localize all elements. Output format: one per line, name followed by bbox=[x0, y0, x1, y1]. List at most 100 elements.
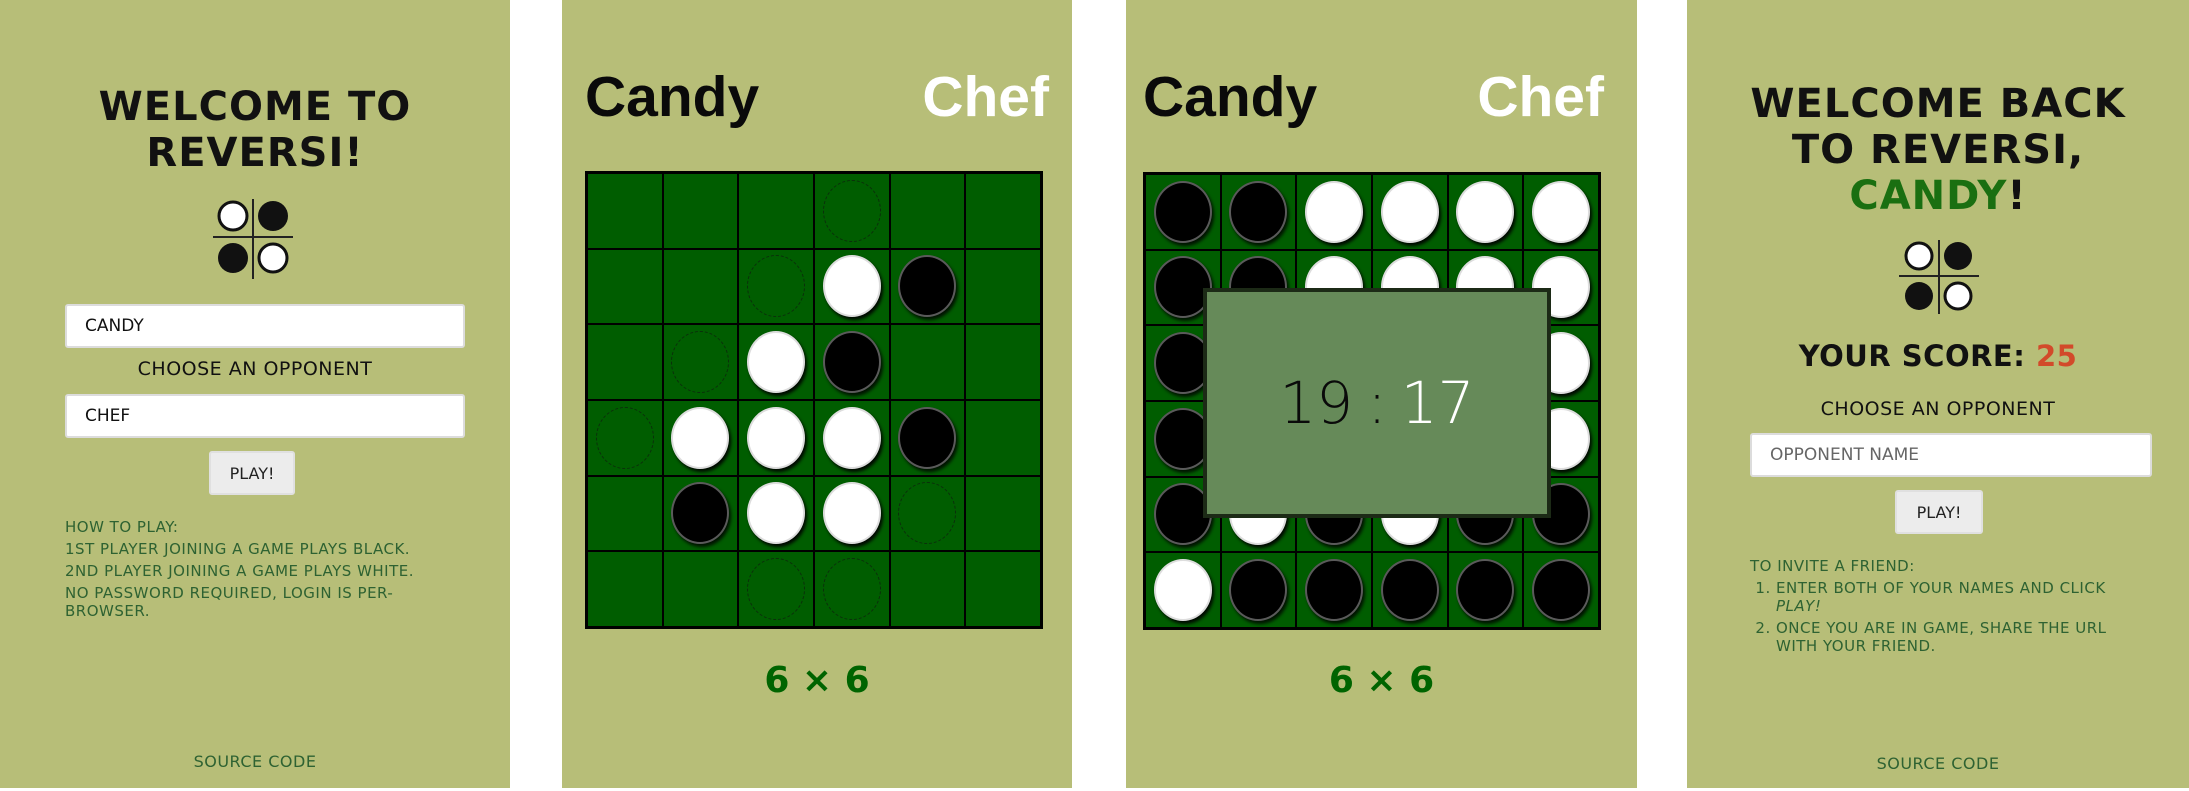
source-code-link[interactable]: Source code bbox=[1687, 754, 2189, 773]
valid-move-hint[interactable] bbox=[822, 558, 881, 621]
board-cell[interactable] bbox=[662, 551, 739, 627]
board-cell[interactable] bbox=[662, 324, 739, 400]
board-cell[interactable] bbox=[965, 324, 1041, 400]
white-disc bbox=[822, 255, 881, 318]
black-score: 19 bbox=[1279, 369, 1354, 437]
invite-step-text: Enter both of your names and click bbox=[1776, 579, 2106, 597]
board-cell[interactable] bbox=[813, 248, 890, 325]
board-cell[interactable] bbox=[965, 475, 1041, 552]
white-disc bbox=[747, 482, 806, 545]
welcome-back-screen: Welcome back to Reversi, Candy! Your sco… bbox=[1687, 0, 2189, 788]
board-cell[interactable] bbox=[889, 248, 966, 325]
black-disc bbox=[898, 255, 957, 318]
board-cell[interactable] bbox=[889, 324, 966, 400]
board-cell[interactable] bbox=[813, 399, 890, 476]
game-board[interactable] bbox=[585, 171, 1043, 629]
board-cell[interactable] bbox=[889, 551, 966, 627]
black-disc bbox=[1229, 180, 1288, 243]
white-disc bbox=[747, 406, 806, 469]
user-name-highlight: Candy bbox=[1849, 173, 2008, 219]
board-cell[interactable] bbox=[662, 475, 739, 552]
board-cell[interactable] bbox=[738, 399, 814, 476]
valid-move-hint[interactable] bbox=[595, 406, 654, 469]
play-button[interactable]: Play! bbox=[1895, 490, 1983, 534]
board-cell[interactable] bbox=[813, 173, 890, 249]
how-to-play-line: 1st player joining a game plays black. bbox=[65, 540, 411, 558]
board-cell[interactable] bbox=[889, 173, 966, 249]
board-cell[interactable] bbox=[587, 324, 663, 400]
board-cell bbox=[1145, 174, 1221, 250]
board-cell bbox=[1523, 552, 1599, 628]
board-cell[interactable] bbox=[813, 324, 890, 400]
score-separator: : bbox=[1367, 369, 1387, 437]
board-cell[interactable] bbox=[965, 399, 1041, 476]
valid-move-hint[interactable] bbox=[671, 331, 730, 394]
valid-move-hint[interactable] bbox=[747, 255, 806, 318]
board-cell[interactable] bbox=[738, 248, 814, 325]
welcome-title-line1: Welcome to bbox=[98, 84, 412, 130]
game-screen: Candy Chef 6 × 6 bbox=[562, 0, 1072, 788]
invite-heading: To invite a friend: bbox=[1750, 557, 1915, 575]
board-cell[interactable] bbox=[738, 475, 814, 552]
board-cell[interactable] bbox=[738, 173, 814, 249]
player-white-name: Chef bbox=[1477, 65, 1604, 129]
black-disc bbox=[1380, 559, 1439, 622]
how-to-play-line: 2nd player joining a game plays white. bbox=[65, 562, 415, 580]
valid-move-hint[interactable] bbox=[747, 558, 806, 621]
board-cell bbox=[1145, 552, 1221, 628]
black-disc bbox=[1456, 559, 1515, 622]
opponent-name-input[interactable] bbox=[65, 394, 465, 438]
board-cell[interactable] bbox=[738, 324, 814, 400]
white-disc bbox=[671, 406, 730, 469]
black-disc bbox=[1532, 559, 1591, 622]
board-cell[interactable] bbox=[662, 399, 739, 476]
player-name-input[interactable] bbox=[65, 304, 465, 348]
play-button[interactable]: Play! bbox=[209, 451, 295, 495]
board-cell[interactable] bbox=[813, 551, 890, 627]
final-score-overlay: 19 : 17 bbox=[1203, 288, 1551, 518]
board-cell[interactable] bbox=[587, 399, 663, 476]
white-disc bbox=[1456, 180, 1515, 243]
opponent-name-input[interactable] bbox=[1750, 433, 2152, 477]
board-cell bbox=[1523, 174, 1599, 250]
black-disc bbox=[1229, 559, 1288, 622]
black-disc bbox=[822, 331, 881, 394]
board-cell[interactable] bbox=[813, 475, 890, 552]
board-cell[interactable] bbox=[662, 248, 739, 325]
board-cell[interactable] bbox=[587, 475, 663, 552]
your-score-value: 25 bbox=[2035, 339, 2078, 373]
how-to-play-heading: How to play: bbox=[65, 518, 179, 536]
board-cell[interactable] bbox=[965, 173, 1041, 249]
welcome-title: Welcome to Reversi! bbox=[0, 84, 510, 176]
player-black-name: Candy bbox=[585, 65, 760, 129]
white-disc bbox=[822, 406, 881, 469]
board-cell[interactable] bbox=[738, 551, 814, 627]
choose-opponent-label: Choose an opponent bbox=[1820, 398, 2056, 420]
board-cell bbox=[1296, 174, 1372, 250]
black-disc bbox=[898, 406, 957, 469]
board-cell bbox=[1447, 174, 1524, 250]
valid-move-hint[interactable] bbox=[898, 482, 957, 545]
game-over-screen: Candy Chef 19 : 17 6 × 6 bbox=[1126, 0, 1637, 788]
white-disc bbox=[747, 331, 806, 394]
welcome-back-title-line1: Welcome back bbox=[1750, 81, 2126, 127]
reversi-logo-icon bbox=[213, 199, 293, 279]
board-cell[interactable] bbox=[889, 475, 966, 552]
white-score: 17 bbox=[1400, 369, 1475, 437]
black-disc bbox=[1153, 180, 1212, 243]
board-cell[interactable] bbox=[587, 173, 663, 249]
board-cell bbox=[1447, 552, 1524, 628]
board-cell[interactable] bbox=[965, 248, 1041, 325]
valid-move-hint[interactable] bbox=[822, 179, 881, 242]
board-cell[interactable] bbox=[587, 248, 663, 325]
board-cell[interactable] bbox=[889, 399, 966, 476]
white-disc bbox=[1305, 180, 1364, 243]
player-black-name: Candy bbox=[1143, 65, 1318, 129]
source-code-link[interactable]: Source code bbox=[0, 752, 510, 771]
white-disc bbox=[1153, 559, 1212, 622]
board-cell[interactable] bbox=[587, 551, 663, 627]
choose-opponent-label: Choose an opponent bbox=[137, 358, 373, 380]
board-cell[interactable] bbox=[662, 173, 739, 249]
board-cell[interactable] bbox=[965, 551, 1041, 627]
board-size-label: 6 × 6 bbox=[1328, 660, 1435, 701]
